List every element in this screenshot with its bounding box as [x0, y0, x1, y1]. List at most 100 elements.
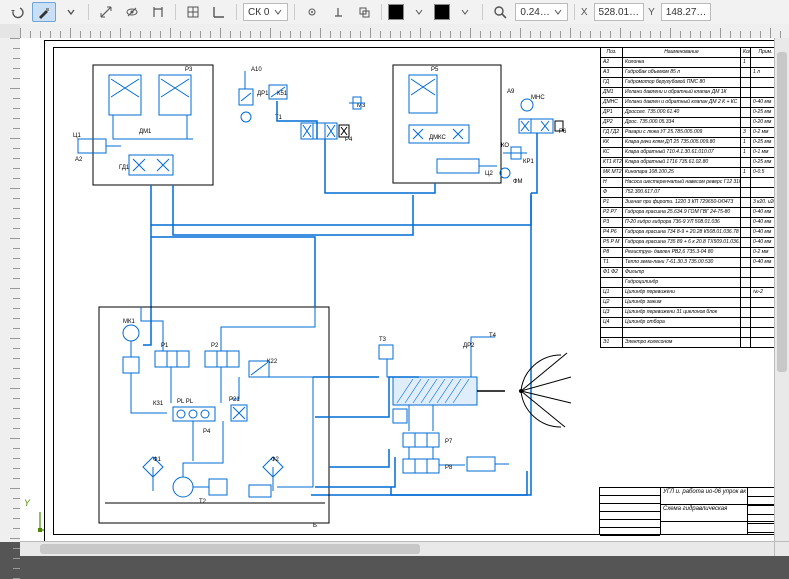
label: РL РL — [177, 399, 194, 405]
ortho-toggle-icon[interactable] — [208, 3, 230, 21]
caliper-icon[interactable] — [147, 3, 169, 21]
table-row: КККлара рачи клям ДЛ 25 735.005.009.8010… — [601, 138, 776, 148]
table-row: А2Колонка1 — [601, 58, 776, 68]
cell-name: Иглани давлен и обратный клапан ДМ 2 К +… — [623, 98, 741, 108]
coordinate-system-selector[interactable]: СК 0 — [243, 3, 288, 21]
label: ДР2 — [463, 343, 475, 349]
cell-name: Рагари с люка УГ 25.785.005.009 — [623, 128, 741, 138]
cell-name: Клара обратный 710.4.1.30.61.010.07 — [623, 148, 741, 158]
cell-name: Региструа- давлен РВ2,6 735.3-04 80 — [623, 248, 741, 258]
label: Ф2 — [271, 457, 280, 463]
cell-qty — [741, 158, 751, 168]
cell-name: Иглани давлени и обратный клапан ДМ 1К — [623, 88, 741, 98]
cell-qty: 1 — [741, 58, 751, 68]
cell-name: Клара рачи клям ДЛ 25 735.005.009.80 — [623, 138, 741, 148]
cell-note: 0-25 мм — [751, 138, 776, 148]
cell-note — [751, 268, 776, 278]
table-row: Р5 Р МГидрора грасшна 735 89 + 6 к 20.8 … — [601, 238, 776, 248]
label: Р21 — [229, 397, 240, 403]
scroll-thumb[interactable] — [777, 52, 787, 372]
cell-note: 0-25 мм — [751, 158, 776, 168]
cell-note: 0-40 мм — [751, 208, 776, 218]
ruler-horizontal — [20, 24, 789, 39]
coord-y-label: Y — [648, 7, 655, 18]
cell-pos: ГД ГД2 — [601, 128, 623, 138]
cell-name: Клара обратный 1716 735.61.02.80 — [623, 158, 741, 168]
table-row: Э1Электро колесоном — [601, 338, 776, 348]
label: Т1 — [275, 115, 283, 121]
table-row: Р1Зигнал при фироти. 1220 3 КП 729650-0/… — [601, 198, 776, 208]
cell-name: Гидромотор беругубовой ПМС 80 — [623, 78, 741, 88]
color-swatch[interactable] — [388, 4, 404, 20]
cell-pos — [601, 328, 623, 338]
chevron-down-icon[interactable] — [408, 3, 430, 21]
zoom-level-field[interactable]: 0.24… — [515, 3, 567, 21]
table-row: ДР2Дрос. 735.000.05.3340-20 мм — [601, 118, 776, 128]
table-row: КТ1 КТ2Клара обратный 1716 735.61.02.800… — [601, 158, 776, 168]
scroll-thumb[interactable] — [40, 544, 420, 554]
chevron-down-icon[interactable] — [60, 3, 82, 21]
ruler-corner — [0, 24, 21, 39]
table-row: ДМ1Иглани давлени и обратный клапан ДМ 1… — [601, 88, 776, 98]
label: Т3 — [379, 337, 387, 343]
separator — [294, 4, 295, 20]
cell-pos: ДМ1 — [601, 88, 623, 98]
table-row: Ц1Цилиндр перевижени№-2 — [601, 288, 776, 298]
drawing-canvas[interactable]: Y X — [20, 38, 775, 542]
cell-qty — [741, 218, 751, 228]
cell-note: 0-40 мм — [751, 238, 776, 248]
coord-x-field[interactable]: 528.01… — [594, 3, 645, 21]
cell-note: 0-0.5 — [751, 168, 776, 178]
coord-y-field[interactable]: 148.27… — [661, 3, 712, 21]
cell-name: Колонка — [623, 58, 741, 68]
lineweight-swatch[interactable] — [434, 4, 450, 20]
label: МНС — [531, 95, 545, 101]
cell-name: Дроссел. 735.000.61.40 — [623, 108, 741, 118]
brush-tool-button[interactable] — [32, 2, 56, 22]
label: ДМ1 — [139, 129, 152, 135]
grid-toggle-icon[interactable] — [182, 3, 204, 21]
label: Т2 — [199, 499, 207, 505]
chevron-down-icon[interactable] — [454, 3, 476, 21]
table-row: ГДГидромотор беругубовой ПМС 80 — [601, 78, 776, 88]
copy-icon[interactable] — [353, 3, 375, 21]
cell-qty — [741, 238, 751, 248]
cell-qty — [741, 188, 751, 198]
table-row: ННасоса шестеренчатый навесом реверс Г12… — [601, 178, 776, 188]
table-row: А3Гидробак объемом 85 л1 л — [601, 68, 776, 78]
eye-visibility-icon[interactable] — [121, 3, 143, 21]
table-row: Р2 Р7Гидрора грасшна 25.634.9 ГОМ ГВГ 24… — [601, 208, 776, 218]
scrollbar-vertical[interactable] — [774, 38, 789, 542]
cell-note — [751, 298, 776, 308]
drawing-sheet: Р3 Ц1 ДМ1 ГД1 А2 А10 ДР1 К51 Т1 — [44, 40, 775, 542]
cell-name: Тепло зема-лани 7-61.30.3 735.00.530 — [623, 258, 741, 268]
cell-pos: ДР2 — [601, 118, 623, 128]
cell-name — [623, 328, 741, 338]
cell-pos: ГД — [601, 78, 623, 88]
label: Р4 — [345, 137, 353, 143]
zoom-tool-icon[interactable] — [489, 3, 511, 21]
table-row: Ц3Цилиндр перевижени 31 циклонов блок — [601, 308, 776, 318]
perpendicular-icon[interactable] — [327, 3, 349, 21]
cell-name: Гидрора грасшна 734 8-9 + 20.28 К508.01.… — [623, 228, 741, 238]
undo-icon[interactable] — [6, 3, 28, 21]
cell-pos: КК — [601, 138, 623, 148]
label: Р1 — [161, 343, 169, 349]
cell-qty — [741, 78, 751, 88]
cell-pos: Ц4 — [601, 318, 623, 328]
snap-node-icon[interactable] — [301, 3, 323, 21]
cell-name: Зигнал при фироти. 1220 3 КП 729650-0/04… — [623, 198, 741, 208]
separator — [88, 4, 89, 20]
label: Ц1 — [73, 133, 81, 139]
dimension-tool-icon[interactable] — [95, 3, 117, 21]
cell-qty — [741, 268, 751, 278]
cell-pos: Р4 Р6 — [601, 228, 623, 238]
scroll-corner — [774, 541, 789, 556]
cell-qty: 1 — [741, 138, 751, 148]
cell-note — [751, 308, 776, 318]
cell-note — [751, 188, 776, 198]
scrollbar-horizontal[interactable] — [20, 541, 775, 556]
label: Р3 — [185, 67, 193, 73]
cell-qty — [741, 338, 751, 348]
cell-name: Электро колесоном — [623, 338, 741, 348]
